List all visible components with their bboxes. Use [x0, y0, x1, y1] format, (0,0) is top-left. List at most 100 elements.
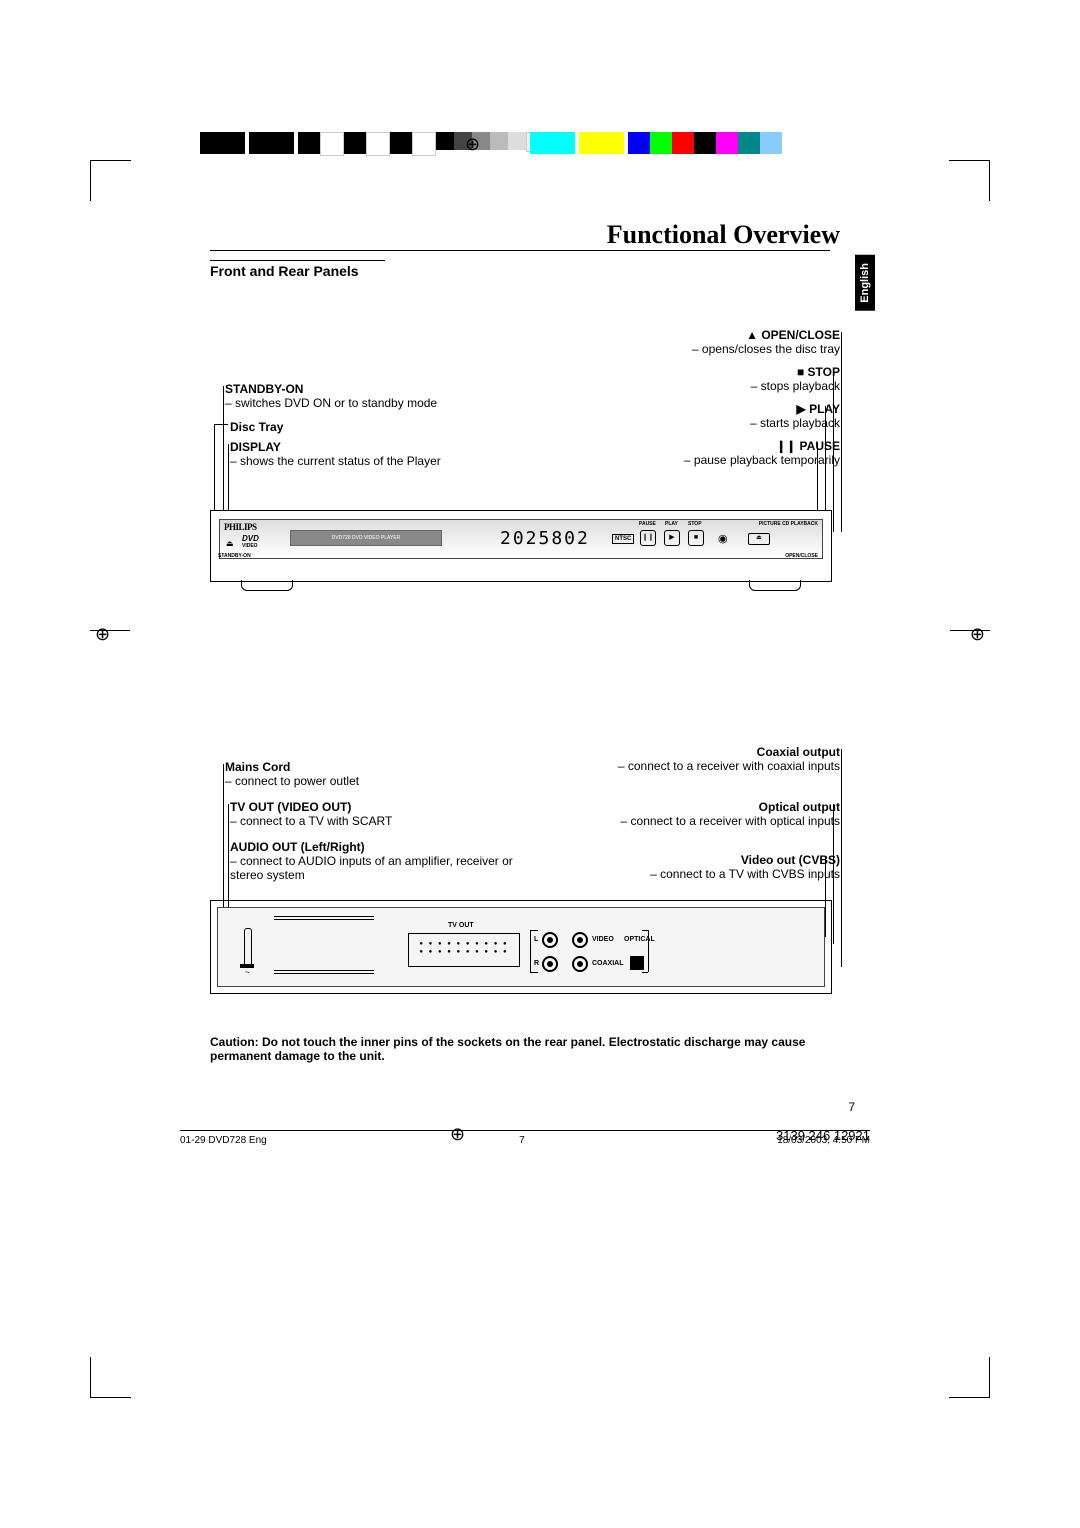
eject-icon: ⏏	[226, 539, 234, 548]
disc-tray-slot: DVD728 DVD VIDEO PLAYER	[290, 530, 442, 546]
pause-label: PAUSE	[639, 521, 656, 527]
bracket	[530, 930, 531, 972]
rca-socket-icon	[542, 956, 558, 972]
r-label: R	[534, 960, 539, 967]
lead-line	[841, 749, 842, 967]
rca-socket-icon	[572, 956, 588, 972]
callout-desc: – connect to a receiver with optical inp…	[560, 814, 840, 828]
dvd-logo: DVD	[242, 534, 259, 543]
registration-mark-icon: ⊕	[970, 624, 985, 645]
foot	[241, 580, 293, 591]
l-label: L	[534, 936, 538, 943]
subsection-rule	[210, 260, 385, 261]
stop-button-icon: ■	[688, 530, 704, 546]
callout-desc: – starts playback	[580, 416, 840, 430]
eject-button-icon: ⏏	[748, 533, 770, 545]
callout-label: ❙❙ PAUSE	[580, 439, 840, 453]
callout-label: ▶ PLAY	[580, 402, 840, 416]
callout-label: Optical output	[560, 800, 840, 814]
callout-optical: Optical output – connect to a receiver w…	[560, 800, 840, 828]
callout-label: Disc Tray	[230, 420, 550, 434]
lead-line	[833, 804, 834, 944]
play-label: PLAY	[665, 521, 678, 527]
title-rule	[210, 250, 830, 251]
callout-disc-tray: Disc Tray	[230, 420, 550, 434]
bracket	[530, 972, 538, 973]
callout-play: ▶ PLAY – starts playback	[580, 402, 840, 430]
mains-cord-icon	[244, 928, 252, 966]
doc-code: 3139 246 12921	[776, 1128, 870, 1143]
page-title: Functional Overview	[607, 220, 840, 250]
page-number: 7	[848, 1100, 855, 1114]
callout-open-close: ▲ OPEN/CLOSE – opens/closes the disc tra…	[580, 328, 840, 356]
video-label: VIDEO	[592, 936, 614, 943]
callout-mains: Mains Cord – connect to power outlet	[225, 760, 525, 788]
video-label: VIDEO	[242, 543, 258, 549]
callout-label: ▲ OPEN/CLOSE	[580, 328, 840, 342]
callout-label: AUDIO OUT (Left/Right)	[230, 840, 530, 854]
callout-standby: STANDBY-ON – switches DVD ON or to stand…	[225, 382, 545, 410]
footer-center: 7	[519, 1135, 525, 1146]
bracket	[648, 930, 649, 972]
optical-label: OPTICAL	[624, 936, 655, 943]
callout-pause: ❙❙ PAUSE – pause playback temporarily	[580, 439, 840, 467]
optical-socket-icon	[630, 956, 644, 970]
tvout-label: TV OUT	[448, 922, 474, 929]
brand-label: PHILIPS	[224, 522, 257, 532]
openclose-label: OPEN/CLOSE	[785, 553, 818, 559]
callout-desc: – connect to a receiver with coaxial inp…	[560, 759, 840, 773]
subsection-heading: Front and Rear Panels	[210, 263, 359, 279]
callout-tvout: TV OUT (VIDEO OUT) – connect to a TV wit…	[230, 800, 530, 828]
bracket	[642, 930, 648, 931]
rear-panel-diagram: ~ TV OUT ● ● ● ● ● ● ● ● ● ●● ● ● ● ● ● …	[210, 900, 832, 994]
lead-line	[841, 332, 842, 532]
callout-desc: – connect to a TV with CVBS inputs	[560, 867, 840, 881]
callout-label: DISPLAY	[230, 440, 550, 454]
callout-desc: – shows the current status of the Player	[230, 454, 550, 468]
bracket	[642, 972, 648, 973]
callout-label: Coaxial output	[560, 745, 840, 759]
callout-label: Video out (CVBS)	[560, 853, 840, 867]
segment-display: 2025802	[500, 528, 590, 549]
footer-left: 01-29 DVD728 Eng	[180, 1135, 267, 1146]
lead-line	[214, 424, 228, 425]
callout-desc: – pause playback temporarily	[580, 453, 840, 467]
callout-label: Mains Cord	[225, 760, 525, 774]
vent	[274, 916, 374, 922]
caution-text: Caution: Do not touch the inner pins of …	[210, 1035, 830, 1063]
lead-line	[833, 369, 834, 532]
disc-logo-icon: ◉	[718, 532, 728, 545]
rca-socket-icon	[572, 932, 588, 948]
page-content: Functional Overview English Front and Re…	[110, 120, 970, 1400]
callout-label: ■ STOP	[580, 365, 840, 379]
callout-desc: – stops playback	[580, 379, 840, 393]
callout-desc: – connect to power outlet	[225, 774, 525, 788]
registration-mark-icon: ⊕	[95, 624, 110, 645]
callout-audio: AUDIO OUT (Left/Right) – connect to AUDI…	[230, 840, 530, 882]
badge: NTSC	[612, 534, 634, 544]
callout-desc: – opens/closes the disc tray	[580, 342, 840, 356]
pause-button-icon: ❙❙	[640, 530, 656, 546]
callout-coaxial: Coaxial output – connect to a receiver w…	[560, 745, 840, 773]
scart-socket-icon: ● ● ● ● ● ● ● ● ● ●● ● ● ● ● ● ● ● ● ●	[408, 933, 520, 967]
rca-socket-icon	[542, 932, 558, 948]
picturecd-label: PICTURE CD PLAYBACK	[759, 521, 818, 527]
tilde-icon: ~	[245, 968, 250, 977]
bracket	[530, 930, 538, 931]
stop-label: STOP	[688, 521, 702, 527]
play-button-icon: ▶	[664, 530, 680, 546]
callout-desc: – connect to AUDIO inputs of an amplifie…	[230, 854, 530, 882]
language-tab: English	[855, 255, 875, 311]
callout-display: DISPLAY – shows the current status of th…	[230, 440, 550, 468]
coaxial-label: COAXIAL	[592, 960, 624, 967]
callout-desc: – connect to a TV with SCART	[230, 814, 530, 828]
callout-stop: ■ STOP – stops playback	[580, 365, 840, 393]
callout-cvbs: Video out (CVBS) – connect to a TV with …	[560, 853, 840, 881]
callout-label: TV OUT (VIDEO OUT)	[230, 800, 530, 814]
footer: 01-29 DVD728 Eng 7 18/03/2003, 4:50 PM	[180, 1130, 870, 1146]
front-panel-diagram: PHILIPS DVD VIDEO ⏏ STANDBY-ON DVD728 DV…	[210, 510, 832, 582]
foot	[749, 580, 801, 591]
callout-label: STANDBY-ON	[225, 382, 545, 396]
standby-label: STANDBY-ON	[218, 553, 251, 559]
callout-desc: – switches DVD ON or to standby mode	[225, 396, 545, 410]
